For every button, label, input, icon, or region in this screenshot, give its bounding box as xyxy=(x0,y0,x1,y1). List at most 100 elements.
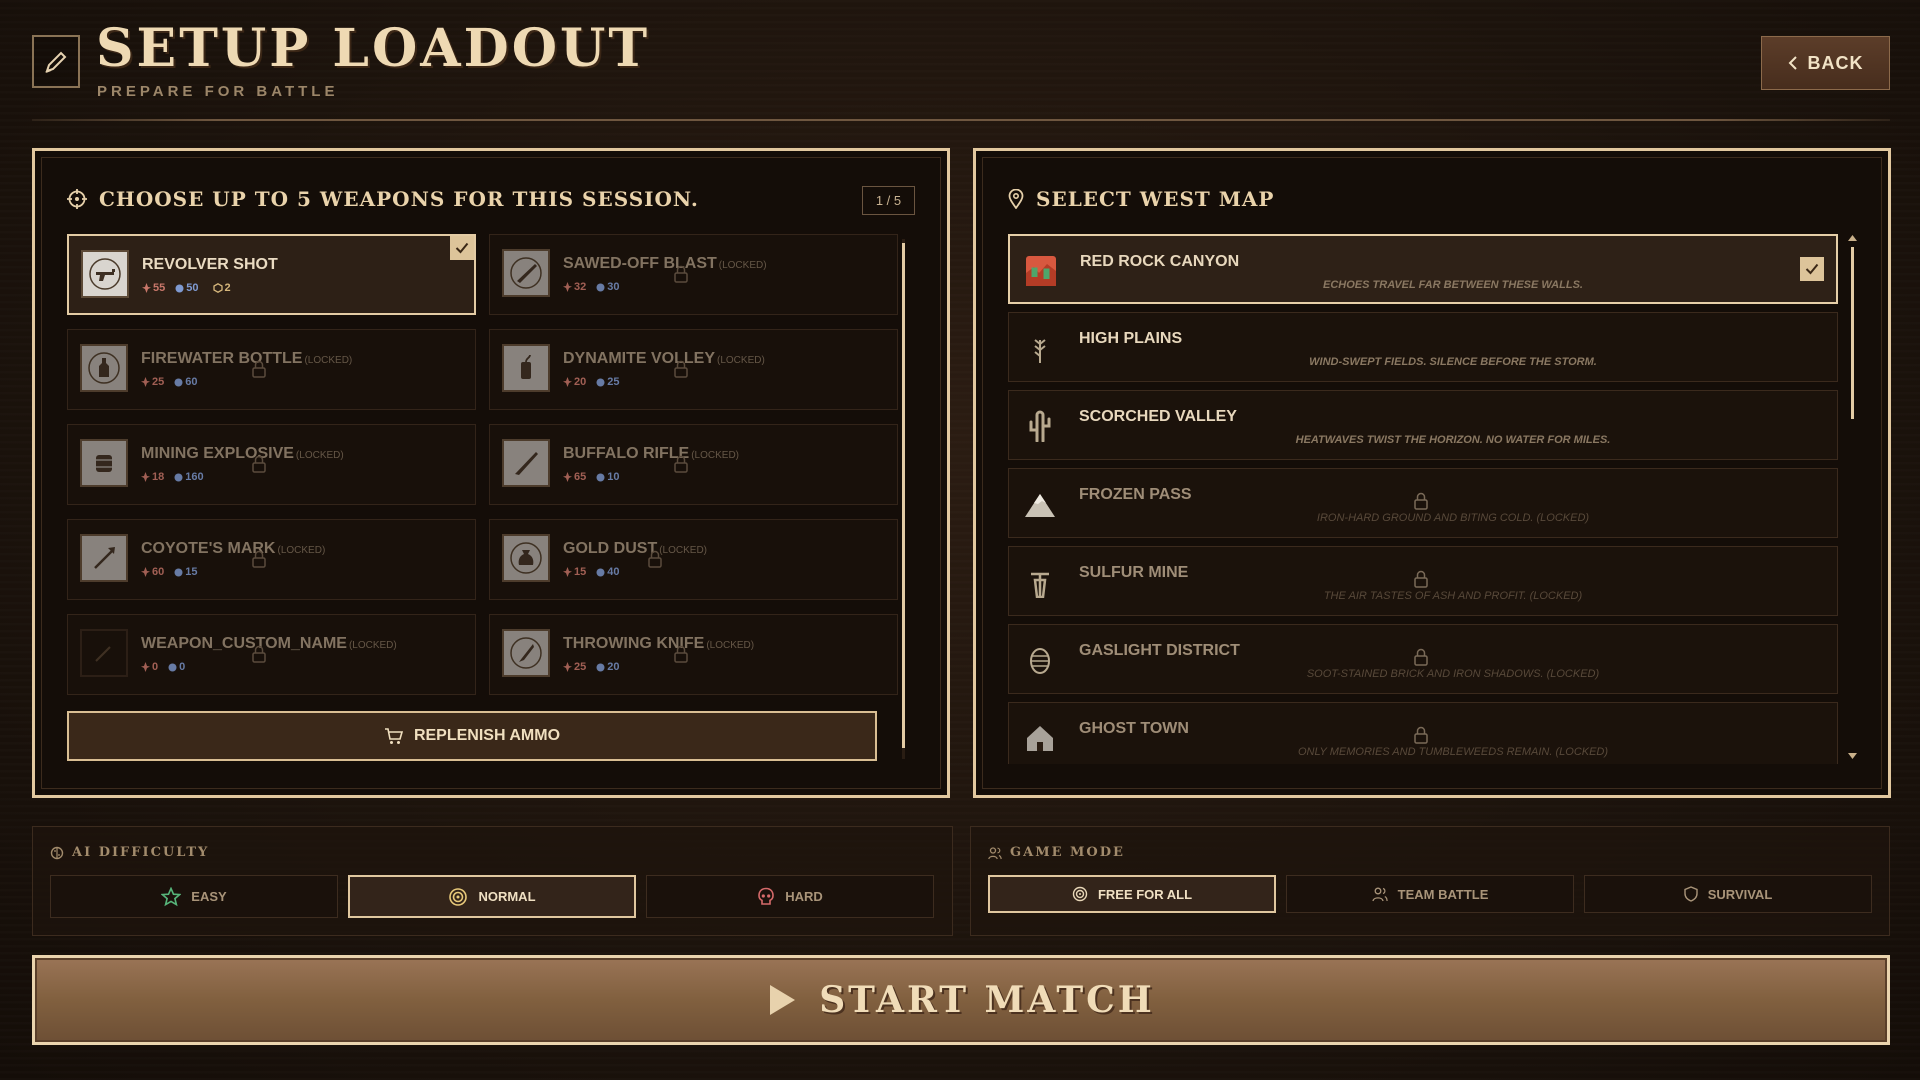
weapon-card[interactable]: THROWING KNIFE (LOCKED) 25 20 xyxy=(489,614,898,695)
locked-tag: (LOCKED) xyxy=(717,355,765,366)
weapon-name: REVOLVER SHOT xyxy=(142,256,278,273)
map-option[interactable]: FROZEN PASS IRON-HARD GROUND AND BITING C… xyxy=(1008,468,1838,538)
back-button[interactable]: BACK xyxy=(1761,36,1890,90)
play-icon xyxy=(770,985,796,1015)
attack-stat: 55 xyxy=(142,282,165,294)
map-name: RED ROCK CANYON xyxy=(1080,253,1240,270)
weapon-stats: 15 40 xyxy=(563,566,620,578)
weapon-name: SAWED-OFF BLAST (LOCKED) xyxy=(563,255,767,272)
defense-stat: 10 xyxy=(596,471,620,483)
defense-stat: 50 xyxy=(175,282,199,294)
weapon-card[interactable]: FIREWATER BOTTLE (LOCKED) 25 60 xyxy=(67,329,476,410)
page-subtitle: PREPARE FOR BATTLE xyxy=(97,83,339,100)
mode-team-battle-label: TEAM BATTLE xyxy=(1397,886,1489,902)
map-option[interactable]: RED ROCK CANYON ECHOES TRAVEL FAR BETWEEN… xyxy=(1008,234,1838,304)
lock-icon xyxy=(251,550,267,573)
weapon-name: THROWING KNIFE (LOCKED) xyxy=(563,635,755,652)
weapon-card[interactable]: COYOTE'S MARK (LOCKED) 60 15 xyxy=(67,519,476,600)
weapon-name: FIREWATER BOTTLE (LOCKED) xyxy=(141,350,353,367)
weapons-scrollbar-thumb[interactable] xyxy=(902,243,905,748)
defense-stat: 20 xyxy=(596,661,620,673)
attack-stat: 15 xyxy=(563,566,586,578)
defense-icon xyxy=(174,568,183,576)
replenish-ammo-button[interactable]: REPLENISH AMMO xyxy=(67,711,877,761)
mode-team-battle-button[interactable]: TEAM BATTLE xyxy=(1286,875,1574,913)
weapon-card[interactable]: GOLD DUST (LOCKED) 15 40 xyxy=(489,519,898,600)
locked-tag: (LOCKED) xyxy=(659,545,708,556)
ai-difficulty-options: EASY NORMAL HARD xyxy=(50,875,934,918)
weapon-stats: 00 xyxy=(141,661,185,673)
map-option[interactable]: HIGH PLAINS WIND-SWEPT FIELDS. SILENCE BE… xyxy=(1008,312,1838,382)
weapon-card[interactable]: SAWED-OFF BLAST (LOCKED) 32 30 xyxy=(489,234,898,315)
start-match-label: START MATCH xyxy=(819,979,1155,1021)
attack-icon xyxy=(563,377,572,387)
weapon-stats: 55 50 2 xyxy=(142,282,231,294)
ai-difficulty-label: AI DIFFICULTY xyxy=(72,845,210,860)
game-mode-label: GAME MODE xyxy=(1010,845,1125,860)
start-match-button[interactable]: START MATCH xyxy=(32,955,1890,1045)
replenish-ammo-label: REPLENISH AMMO xyxy=(413,727,561,744)
locked-tag: (LOCKED) xyxy=(304,355,353,366)
defense-stat: 25 xyxy=(596,376,620,388)
attack-icon xyxy=(563,282,572,292)
defense-icon xyxy=(596,378,605,386)
skull-icon xyxy=(758,887,775,905)
locked-tag: (LOCKED) xyxy=(295,450,344,461)
attack-stat: 20 xyxy=(563,376,586,388)
attack-stat: 32 xyxy=(563,281,586,293)
defense-stat: 160 xyxy=(174,471,204,483)
defense-icon xyxy=(596,283,605,291)
difficulty-easy-button[interactable]: EASY xyxy=(50,875,338,918)
lock-icon xyxy=(251,645,267,668)
weapon-card[interactable]: BUFFALO RIFLE (LOCKED) 65 10 xyxy=(489,424,898,505)
defense-stat: 30 xyxy=(596,281,620,293)
weapon-stats: 18 160 xyxy=(141,471,204,483)
locked-tag: (LOCKED) xyxy=(277,545,326,556)
map-option[interactable]: GHOST TOWN ONLY MEMORIES AND TUMBLEWEEDS … xyxy=(1008,702,1838,764)
gold-pouch-icon xyxy=(502,534,550,582)
scroll-down-arrow-icon[interactable] xyxy=(1848,753,1857,759)
maps-panel-title: SELECT WEST MAP xyxy=(1036,187,1275,211)
difficulty-hard-button[interactable]: HARD xyxy=(646,875,934,918)
attack-stat: 25 xyxy=(563,661,586,673)
cost-stat: 2 xyxy=(212,282,231,294)
weapon-card[interactable]: MINING EXPLOSIVE (LOCKED) 18 160 xyxy=(67,424,476,505)
map-description: WIND-SWEPT FIELDS. SILENCE BEFORE THE ST… xyxy=(1309,356,1597,368)
maps-scrollbar-thumb[interactable] xyxy=(1851,247,1854,419)
weapon-card[interactable]: WEAPON_CUSTOM_NAME (LOCKED) 0 0 xyxy=(67,614,476,695)
mode-free-for-all-label: FREE FOR ALL xyxy=(1097,886,1193,902)
lock-icon xyxy=(251,455,267,478)
difficulty-normal-button[interactable]: NORMAL xyxy=(348,875,636,918)
lock-icon xyxy=(673,455,689,478)
users-icon xyxy=(988,846,1002,859)
weapons-panel-header: CHOOSE UP TO 5 WEAPONS FOR THIS SESSION. xyxy=(67,187,699,211)
locked-tag: (LOCKED) xyxy=(718,260,767,271)
mode-free-for-all-button[interactable]: FREE FOR ALL xyxy=(988,875,1276,913)
weapon-card[interactable]: DYNAMITE VOLLEY (LOCKED) 20 25 xyxy=(489,329,898,410)
map-option[interactable]: SCORCHED VALLEY HEATWAVES TWIST THE HORIZ… xyxy=(1008,390,1838,460)
weapon-card[interactable]: REVOLVER SHOT 55 50 2 xyxy=(67,234,476,315)
weapon-name: WEAPON_CUSTOM_NAME (LOCKED) xyxy=(141,635,397,652)
defense-icon xyxy=(174,473,183,481)
mode-survival-button[interactable]: SURVIVAL xyxy=(1584,875,1872,913)
brain-icon xyxy=(50,846,64,859)
weapon-name: MINING EXPLOSIVE (LOCKED) xyxy=(141,445,344,462)
placeholder-weapon-icon xyxy=(80,629,128,677)
lock-icon xyxy=(647,550,663,573)
map-option[interactable]: GASLIGHT DISTRICT SOOT-STAINED BRICK AND … xyxy=(1008,624,1838,694)
map-option[interactable]: SULFUR MINE THE AIR TASTES OF ASH AND PRO… xyxy=(1008,546,1838,616)
crosshair-icon xyxy=(67,189,87,209)
game-mode-options: FREE FOR ALL TEAM BATTLE SURVIVAL xyxy=(988,875,1872,913)
rifle-icon xyxy=(502,439,550,487)
scroll-up-arrow-icon[interactable] xyxy=(1848,235,1857,241)
attack-icon xyxy=(563,472,572,482)
weapon-name: GOLD DUST (LOCKED) xyxy=(563,540,708,557)
attack-icon xyxy=(142,283,151,293)
defense-icon xyxy=(596,663,605,671)
attack-icon xyxy=(141,472,150,482)
coin-icon xyxy=(212,283,223,293)
attack-stat: 25 xyxy=(141,376,164,388)
defense-icon xyxy=(175,284,184,292)
weapon-name: DYNAMITE VOLLEY (LOCKED) xyxy=(563,350,765,367)
attack-icon xyxy=(563,567,572,577)
